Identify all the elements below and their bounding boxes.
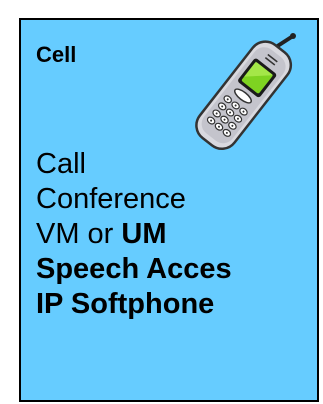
card-title: Cell xyxy=(36,42,77,67)
list-item-um-emphasis: UM xyxy=(121,218,167,250)
list-item-speech-access: Speech Acces xyxy=(36,253,232,285)
list-item-vm-prefix: VM or xyxy=(36,218,122,250)
list-item-ip-softphone: IP Softphone xyxy=(36,288,215,320)
cell-phone-icon xyxy=(195,33,296,151)
cell-card: Cell Call Conference VM or UM Speech Acc… xyxy=(19,18,319,402)
list-item-conference: Conference xyxy=(36,183,186,215)
list-item-vm-or-um: VM or UM xyxy=(36,217,232,252)
feature-list: Call Conference VM or UM Speech Acces IP… xyxy=(36,147,232,322)
list-item-call: Call xyxy=(36,148,86,180)
